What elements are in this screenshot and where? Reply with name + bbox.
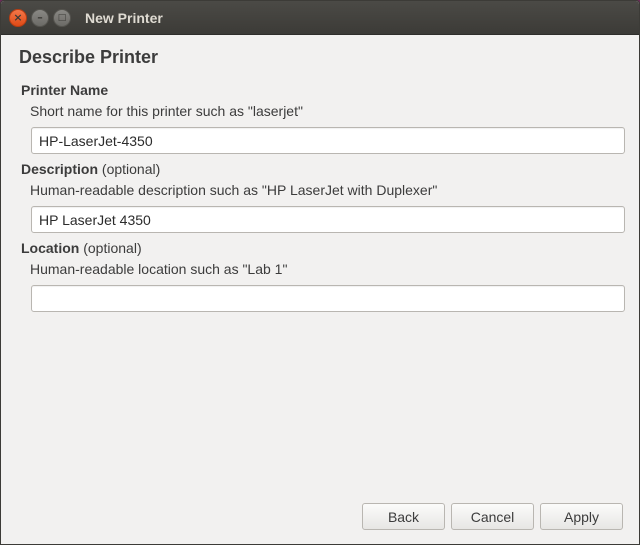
location-label-text: Location <box>21 240 80 256</box>
page-title: Describe Printer <box>19 47 159 67</box>
cancel-button[interactable]: Cancel <box>451 503 534 530</box>
printer-name-label: Printer Name <box>21 82 623 98</box>
dialog-button-row: Back Cancel Apply <box>362 503 623 530</box>
maximize-icon: □ <box>57 12 67 23</box>
window-title: New Printer <box>85 9 163 26</box>
new-printer-dialog: × – □ New Printer Describe Printer Print… <box>0 0 640 545</box>
title-bar[interactable]: × – □ New Printer <box>1 1 639 35</box>
close-window-button[interactable]: × <box>9 8 27 27</box>
close-icon: × <box>13 11 23 24</box>
back-button[interactable]: Back <box>362 503 445 530</box>
location-label: Location (optional) <box>21 240 623 256</box>
printer-name-hint: Short name for this printer such as "las… <box>30 103 303 119</box>
apply-button[interactable]: Apply <box>540 503 623 530</box>
description-field[interactable] <box>31 206 625 233</box>
minimize-window-button[interactable]: – <box>31 8 49 27</box>
location-optional-tag: (optional) <box>83 240 142 256</box>
printer-name-label-text: Printer Name <box>21 82 109 98</box>
description-optional-tag: (optional) <box>101 161 161 177</box>
description-label: Description (optional) <box>21 161 623 177</box>
description-hint: Human-readable description such as "HP L… <box>30 182 438 198</box>
printer-name-field[interactable] <box>31 127 625 154</box>
description-label-text: Description <box>21 161 99 177</box>
dialog-content: Describe Printer Printer Name Short name… <box>1 35 639 544</box>
minimize-icon: – <box>37 11 43 24</box>
location-hint: Human-readable location such as "Lab 1" <box>30 261 288 277</box>
location-field[interactable] <box>31 285 625 312</box>
maximize-window-button[interactable]: □ <box>53 8 71 27</box>
